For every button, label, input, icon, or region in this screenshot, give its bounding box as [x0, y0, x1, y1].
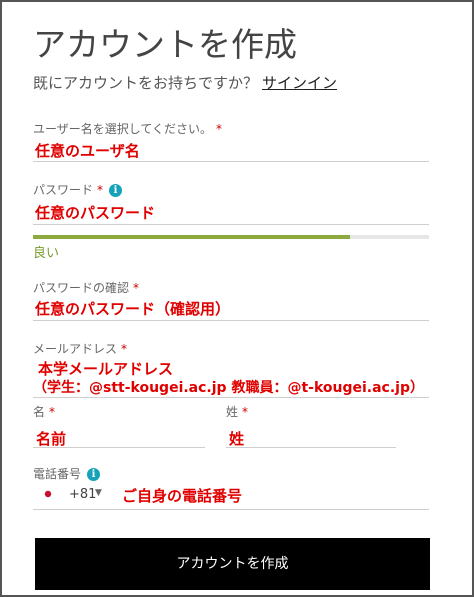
password-confirm-input[interactable]: 任意のパスワード（確認用）	[35, 298, 230, 319]
info-icon[interactable]: i	[109, 184, 123, 197]
required-mark: *	[242, 405, 249, 419]
password-underline	[33, 224, 429, 225]
required-mark: *	[97, 183, 104, 197]
phone-label: 電話番号 i	[33, 465, 101, 482]
required-mark: *	[133, 281, 140, 295]
last-name-label: 姓 *	[226, 403, 248, 420]
email-underline	[33, 397, 429, 398]
password-input[interactable]: 任意のパスワード	[35, 202, 155, 223]
phone-input[interactable]: ご自身の電話番号	[122, 485, 242, 506]
email-domain-note: （学生：@stt-kougei.ac.jp 教職員：@t-kougei.ac.j…	[33, 380, 424, 396]
password-confirm-label: パスワードの確認 *	[33, 279, 139, 296]
last-name-label-text: 姓	[226, 405, 239, 419]
signin-link[interactable]: サインイン	[262, 74, 337, 92]
first-name-input[interactable]: 名前	[36, 428, 66, 449]
chevron-down-icon[interactable]: ▼	[95, 488, 102, 498]
email-label: メールアドレス *	[33, 340, 127, 357]
last-name-underline	[226, 447, 396, 448]
password-confirm-label-text: パスワードの確認	[33, 281, 130, 295]
password-label-text: パスワード	[33, 183, 94, 197]
signin-prompt-text: 既にアカウントをお持ちですか？	[33, 74, 259, 92]
email-input[interactable]: 本学メールアドレス	[38, 358, 173, 379]
required-mark: *	[216, 122, 223, 136]
first-name-label-text: 名	[33, 405, 46, 419]
required-mark: *	[49, 405, 56, 419]
phone-underline	[33, 509, 429, 510]
password-strength-bar	[33, 235, 429, 239]
page-title: アカウントを作成	[33, 25, 297, 64]
username-underline	[33, 161, 429, 162]
country-code-select[interactable]: +81	[69, 487, 96, 502]
password-strength-text: 良い	[33, 246, 60, 261]
create-account-button[interactable]: アカウントを作成	[35, 538, 430, 590]
password-strength-fill	[33, 235, 350, 239]
last-name-input[interactable]: 姓	[229, 428, 244, 449]
first-name-underline	[33, 447, 205, 448]
password-label: パスワード * i	[33, 181, 123, 198]
username-input[interactable]: 任意のユーザ名	[35, 140, 140, 161]
username-label-text: ユーザー名を選択してください。	[33, 122, 213, 136]
signin-prompt: 既にアカウントをお持ちですか？ サインイン	[33, 72, 337, 93]
username-label: ユーザー名を選択してください。 *	[33, 120, 222, 137]
email-label-text: メールアドレス	[33, 342, 118, 356]
first-name-label: 名 *	[33, 403, 55, 420]
phone-label-text: 電話番号	[33, 467, 82, 481]
required-mark: *	[121, 342, 128, 356]
japan-flag-icon[interactable]	[42, 488, 54, 500]
password-confirm-underline	[33, 320, 429, 321]
info-icon[interactable]: i	[87, 468, 101, 481]
